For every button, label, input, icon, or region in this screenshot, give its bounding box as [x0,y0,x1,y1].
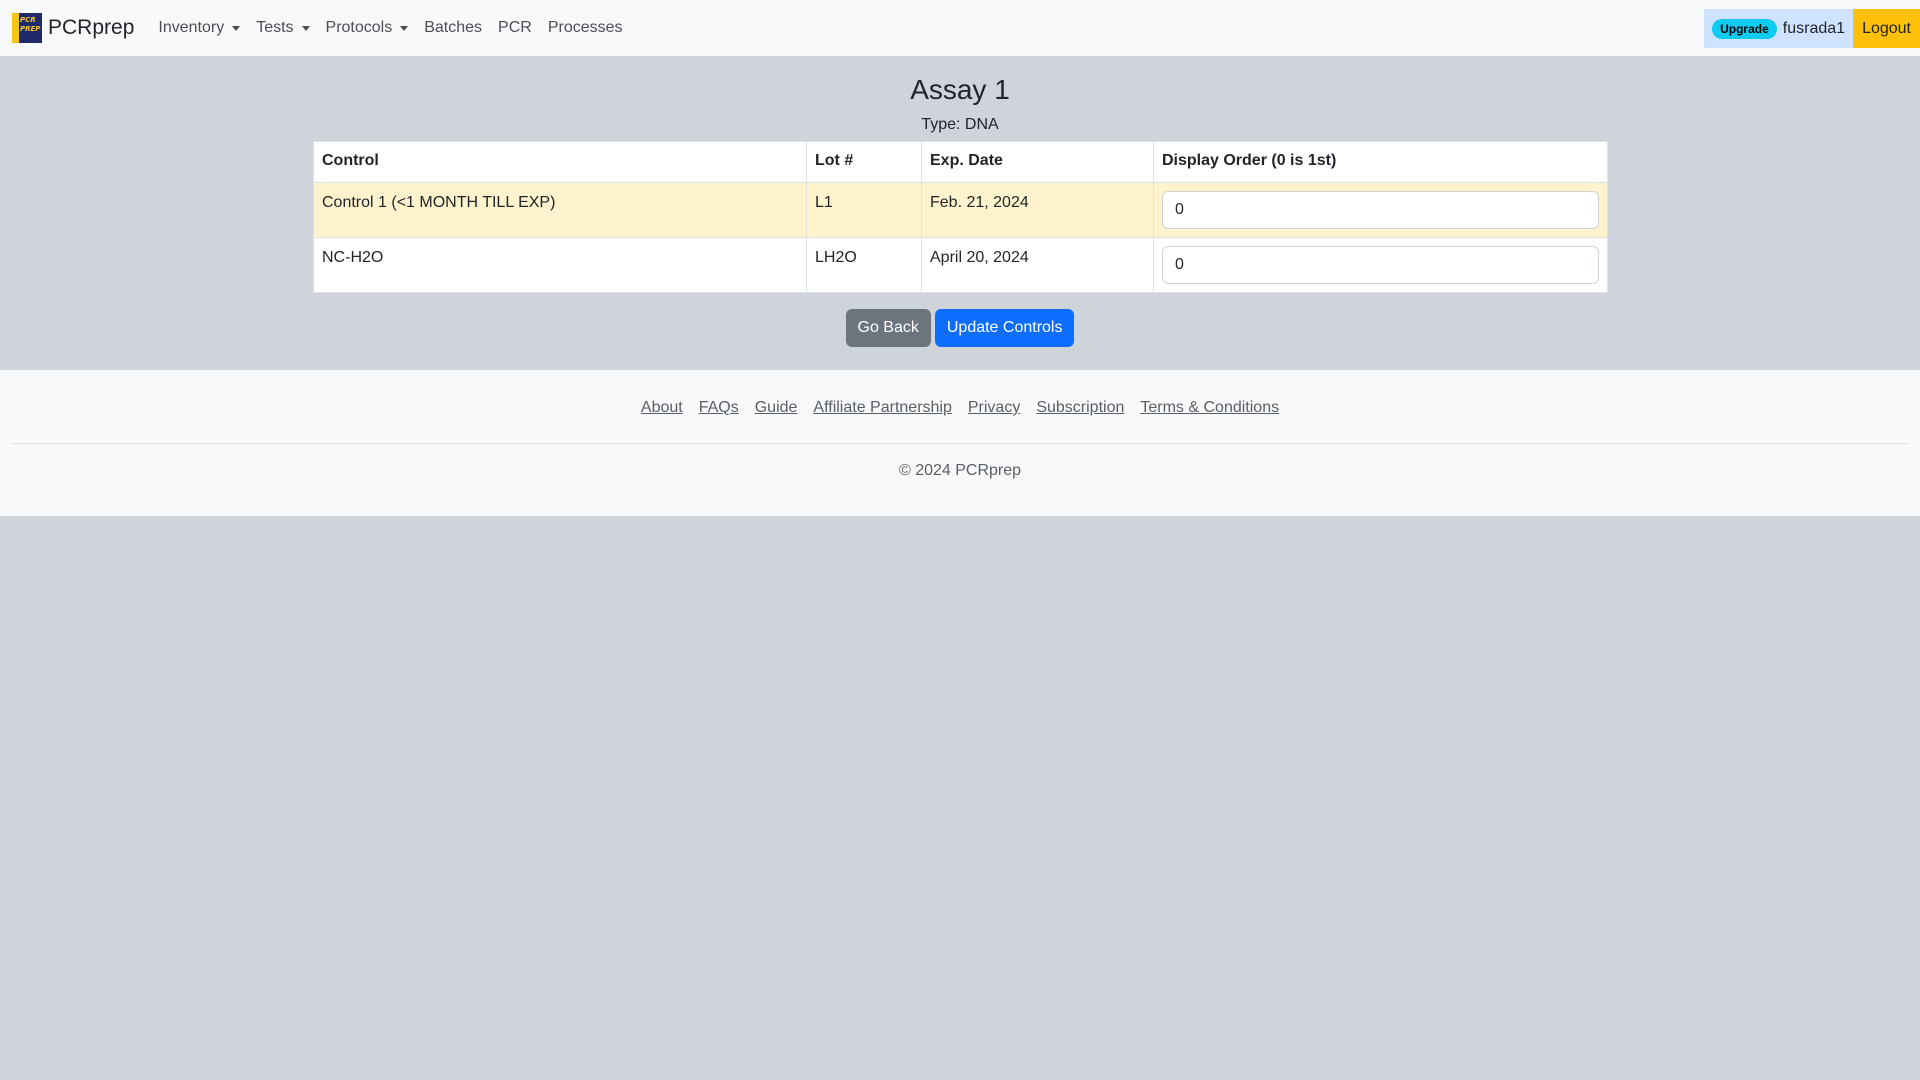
brand-link[interactable]: PCR PREP PCRprep [12,13,134,43]
footer-link-privacy[interactable]: Privacy [968,399,1020,417]
username: fusrada1 [1782,19,1846,37]
nav-item-protocols[interactable]: Protocols [326,19,409,37]
chevron-down-icon [301,25,310,31]
footer-divider [12,443,1908,444]
nav-item-tests[interactable]: Tests [256,19,310,37]
nav-item-inventory[interactable]: Inventory [158,19,241,37]
table-row: Control 1 (<1 MONTH TILL EXP) L1 Feb. 21… [313,182,1608,238]
chevron-down-icon [232,25,241,31]
brand-name[interactable]: PCRprep [48,16,134,40]
chevron-down-icon [400,25,409,31]
controls-table-wrapper: Control Lot # Exp. Date Display Order (0… [313,141,1608,293]
pcrprep-logo-icon: PCR PREP [12,13,42,43]
lot-cell: LH2O [806,237,922,293]
assay-type: Type: DNA [921,116,999,133]
control-name-cell: NC-H2O [313,237,807,293]
nav-item-label: Processes [547,19,623,36]
exp-date-cell: April 20, 2024 [921,237,1154,293]
table-row: NC-H2O LH2O April 20, 2024 [313,237,1608,293]
footer-link-terms[interactable]: Terms & Conditions [1140,399,1279,417]
footer-link-subscription[interactable]: Subscription [1036,399,1124,417]
exp-date-cell: Feb. 21, 2024 [921,182,1154,238]
column-header-control: Control [313,141,807,183]
footer: About FAQs Guide Affiliate Partnership P… [0,370,1920,516]
nav-item-pcr[interactable]: PCR [498,19,532,37]
footer-link-affiliate-partnership[interactable]: Affiliate Partnership [813,399,951,417]
display-order-input[interactable] [1162,246,1599,284]
display-order-input[interactable] [1162,191,1599,229]
column-header-display-order: Display Order (0 is 1st) [1153,141,1608,183]
control-name-cell: Control 1 (<1 MONTH TILL EXP) [313,182,807,238]
nav-item-processes[interactable]: Processes [548,19,623,37]
logout-button[interactable]: Logout [1853,9,1920,48]
page-title: Assay 1 [910,74,1010,105]
table-header-row: Control Lot # Exp. Date Display Order (0… [313,141,1608,183]
column-header-lot: Lot # [806,141,922,183]
top-navbar: PCR PREP PCRprep Inventory Tests Protoco… [0,0,1920,56]
action-buttons: Go Back Update Controls [0,309,1920,347]
go-back-button[interactable]: Go Back [845,309,931,347]
nav-item-label: Tests [256,19,294,36]
display-order-cell [1153,237,1608,293]
user-area: Upgrade fusrada1 Logout [1704,9,1920,48]
nav-menu: Inventory Tests Protocols Batches PCR Pr… [158,19,638,37]
update-controls-button[interactable]: Update Controls [934,309,1075,347]
nav-item-label: Protocols [325,19,393,36]
nav-item-label: PCR [498,19,532,36]
nav-item-label: Inventory [158,19,225,36]
footer-link-faqs[interactable]: FAQs [699,399,739,417]
footer-link-about[interactable]: About [641,399,683,417]
copyright-text: © 2024 PCRprep [898,462,1022,479]
user-menu[interactable]: Upgrade fusrada1 [1704,9,1854,48]
controls-table: Control Lot # Exp. Date Display Order (0… [313,141,1608,293]
footer-links: About FAQs Guide Affiliate Partnership P… [0,399,1920,417]
nav-item-label: Batches [424,19,483,36]
nav-item-batches[interactable]: Batches [424,19,482,37]
upgrade-badge[interactable]: Upgrade [1712,18,1777,39]
footer-link-guide[interactable]: Guide [755,399,798,417]
lot-cell: L1 [806,182,922,238]
display-order-cell [1153,182,1608,238]
column-header-exp-date: Exp. Date [921,141,1154,183]
